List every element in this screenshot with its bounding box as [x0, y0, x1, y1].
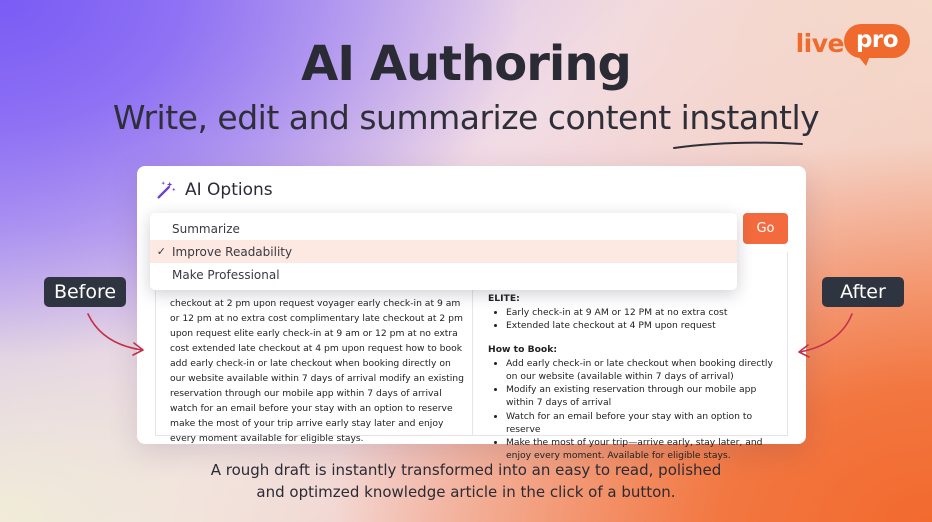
caption-line: and optimzed knowledge article in the cl… — [256, 483, 676, 501]
after-section-heading: How to Book: — [488, 343, 558, 355]
after-bullet: Extended late checkout at 4 PM upon requ… — [506, 319, 784, 332]
option-improve-readability[interactable]: ✓ Improve Readability — [150, 240, 737, 263]
before-text: checkout at 2 pm upon request voyager ea… — [170, 298, 464, 444]
caption: A rough draft is instantly transformed i… — [0, 459, 932, 503]
panel-title: AI Options — [185, 180, 273, 200]
after-text: ELITE: Early check-in at 9 AM or 12 PM a… — [488, 292, 784, 462]
after-bullet: Early check-in at 9 AM or 12 PM at no ex… — [506, 306, 784, 319]
go-button[interactable]: Go — [743, 213, 788, 244]
after-section-heading: ELITE: — [488, 293, 520, 304]
option-make-professional[interactable]: Make Professional — [150, 263, 737, 286]
option-label: Summarize — [172, 221, 240, 236]
after-bullet: Add early check-in or late checkout when… — [506, 357, 784, 383]
after-bullet: Modify an existing reservation through o… — [506, 383, 784, 409]
after-badge: After — [822, 277, 904, 307]
option-summarize[interactable]: Summarize — [150, 217, 737, 240]
option-label: Make Professional — [172, 267, 280, 282]
before-badge: Before — [44, 277, 126, 307]
magic-wand-icon — [157, 181, 176, 199]
after-bullet: Watch for an email before your stay with… — [506, 410, 784, 436]
option-label: Improve Readability — [172, 244, 293, 259]
ai-options-panel: AI Options Go checkout at 2 pm upon requ… — [137, 166, 806, 461]
page-subtitle: Write, edit and summarize content instan… — [112, 98, 820, 137]
underline-swoosh — [673, 141, 803, 149]
ai-options-dropdown: Summarize ✓ Improve Readability Make Pro… — [150, 213, 737, 290]
checkmark-icon: ✓ — [156, 245, 166, 258]
after-bullet-list: Early check-in at 9 AM or 12 PM at no ex… — [488, 306, 784, 332]
caption-line: A rough draft is instantly transformed i… — [210, 461, 722, 479]
after-bullet-list: Add early check-in or late checkout when… — [488, 357, 784, 463]
panel-header: AI Options — [155, 179, 273, 201]
after-arrow-icon — [798, 313, 853, 358]
before-arrow-icon — [87, 313, 144, 356]
page-title: AI Authoring — [301, 36, 632, 92]
